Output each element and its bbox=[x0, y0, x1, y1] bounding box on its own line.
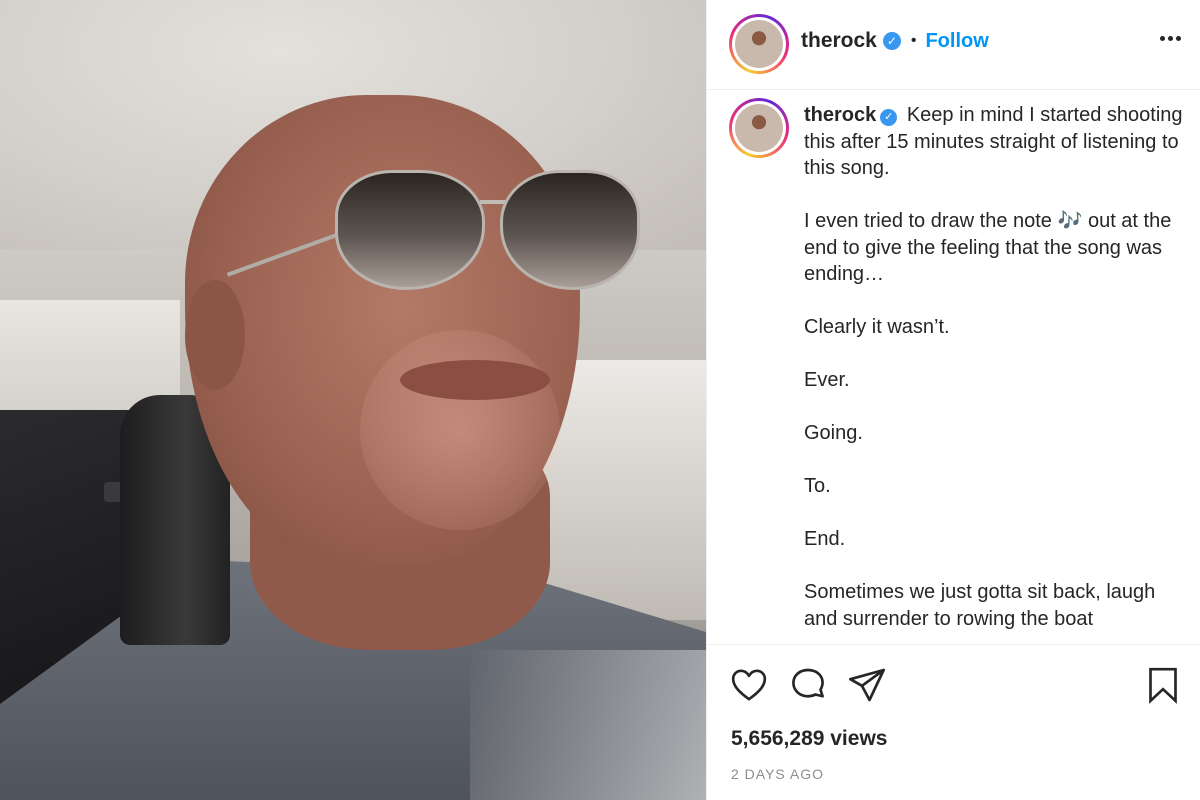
avatar-photo bbox=[735, 104, 783, 152]
caption-area: therock ✓ Keep in mind I started shooting… bbox=[707, 90, 1200, 644]
caption-paragraph: Sometimes we just gotta sit back, laugh … bbox=[804, 581, 1156, 630]
caption-paragraph: Clearly it wasn’t. bbox=[804, 316, 950, 338]
caption-paragraph: I even tried to draw the note 🎶 out at t… bbox=[804, 210, 1172, 285]
caption-paragraph: Going. bbox=[804, 422, 863, 444]
instagram-post: therock ✓ • Follow therock ✓ Keep in mind… bbox=[0, 0, 1200, 800]
username-link[interactable]: therock bbox=[801, 29, 877, 53]
post-actions: 5,656,289 views 2 DAYS AGO bbox=[707, 644, 1200, 800]
sunglasses bbox=[210, 160, 640, 320]
post-timestamp[interactable]: 2 DAYS AGO bbox=[731, 766, 824, 782]
post-side-panel: therock ✓ • Follow therock ✓ Keep in mind… bbox=[706, 0, 1200, 800]
caption-paragraph: Ever. bbox=[804, 369, 850, 391]
follow-button[interactable]: Follow bbox=[925, 30, 988, 53]
bookmark-icon[interactable] bbox=[1143, 665, 1183, 705]
caption-username-link[interactable]: therock bbox=[804, 104, 876, 126]
header-user: therock ✓ • Follow bbox=[801, 29, 989, 53]
caption-paragraph: End. bbox=[804, 528, 846, 550]
post-header: therock ✓ • Follow bbox=[707, 0, 1200, 90]
caption-avatar[interactable] bbox=[729, 98, 789, 158]
person-lips bbox=[400, 360, 550, 400]
verified-badge-icon: ✓ bbox=[880, 108, 898, 126]
separator-dot: • bbox=[910, 32, 917, 49]
heart-icon[interactable] bbox=[729, 665, 769, 705]
more-options-icon[interactable] bbox=[1160, 36, 1181, 41]
verified-badge-icon: ✓ bbox=[882, 32, 901, 50]
comment-icon[interactable] bbox=[788, 665, 828, 705]
avatar-photo bbox=[735, 20, 783, 68]
sunglasses-temple bbox=[226, 230, 346, 277]
shirt-highlight bbox=[470, 650, 706, 800]
sunglasses-lens-right bbox=[500, 170, 640, 290]
sunglasses-lens-left bbox=[335, 170, 485, 290]
share-icon[interactable] bbox=[847, 665, 887, 705]
caption-paragraph: To. bbox=[804, 475, 831, 497]
caption-paragraph: therock ✓ Keep in mind I started shooting… bbox=[804, 102, 1184, 182]
post-video[interactable] bbox=[0, 0, 706, 800]
caption-text: therock ✓ Keep in mind I started shooting… bbox=[804, 102, 1184, 644]
avatar[interactable] bbox=[729, 14, 789, 74]
view-count[interactable]: 5,656,289 views bbox=[731, 727, 887, 751]
